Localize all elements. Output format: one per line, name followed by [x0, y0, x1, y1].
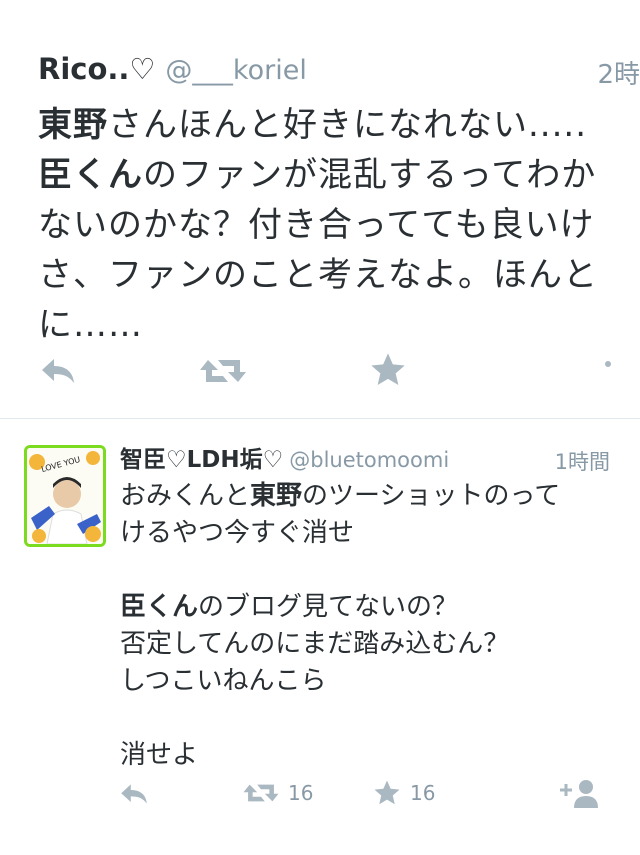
tweet-line: 臣くんのファンが混乱するってわか — [38, 155, 597, 195]
tweet-header: Rico..♡ @___koriel — [38, 52, 640, 94]
more-icon — [605, 361, 611, 367]
retweet-icon — [243, 784, 279, 802]
favorite-button[interactable]: 16 — [372, 778, 435, 808]
tweet-actions: 16 16 — [118, 776, 608, 816]
tweet-text: 東野さんほんと好きになれない..... 臣くんのファンが混乱するってわか ないの… — [38, 100, 610, 350]
tweet-rico: Rico..♡ @___koriel 2時 東野さんほんと好きになれない.....… — [38, 52, 640, 350]
add-user-icon — [560, 780, 598, 808]
user-handle[interactable]: @bluetomoomi — [289, 448, 449, 472]
user-display-name[interactable]: Rico..♡ — [38, 52, 155, 86]
tweet-header: 智臣♡LDH垢♡ @bluetomoomi — [120, 440, 610, 478]
tweet-timestamp[interactable]: 2時 — [597, 54, 640, 91]
more-button[interactable] — [604, 360, 612, 382]
tweet-line: 臣くんのブログ見てないの？ — [120, 592, 459, 622]
retweet-button[interactable] — [198, 354, 248, 388]
reply-icon — [121, 784, 147, 804]
star-icon — [374, 780, 400, 805]
user-handle[interactable]: @___koriel — [165, 55, 306, 86]
reply-icon — [42, 359, 74, 383]
retweet-icon — [200, 360, 246, 382]
tweet-actions — [38, 350, 618, 394]
tweet-line: しつこいねんこら — [120, 666, 327, 696]
retweet-count: 16 — [288, 781, 314, 805]
reply-button[interactable] — [118, 782, 150, 806]
tweet-text: おみくんと東野のツーショットのって けるやつ今すぐ消せ 臣くんのブログ見てないの… — [120, 478, 610, 774]
user-display-name[interactable]: 智臣♡LDH垢♡ — [120, 447, 283, 473]
follow-button[interactable] — [558, 776, 602, 810]
tweet-line: 消せよ — [120, 740, 199, 770]
tweet-line: に…… — [38, 305, 143, 345]
tweet-timestamp[interactable]: 1時間 — [555, 446, 610, 476]
avatar[interactable]: LOVE YOU — [24, 445, 106, 547]
tweet-line: 否定してんのにまだ踏み込むん？ — [120, 629, 510, 659]
retweet-button[interactable]: 16 — [242, 780, 313, 806]
tweet-line: けるやつ今すぐ消せ — [120, 518, 355, 548]
tweet-bluetomoomi: 智臣♡LDH垢♡ @bluetomoomi 1時間 おみくんと東野のツーショットの… — [120, 440, 610, 774]
tweet-line: さ、ファンのこと考えなよ。ほんと — [38, 255, 598, 295]
tweet-line: ないのかな？付き合ってても良いけ — [38, 205, 595, 245]
favorite-count: 16 — [410, 781, 436, 805]
tweet-line: おみくんと東野のツーショットのって — [120, 481, 561, 511]
favorite-button[interactable] — [368, 350, 408, 390]
tweet-divider — [0, 418, 640, 419]
star-icon — [371, 353, 405, 385]
reply-button[interactable] — [38, 356, 78, 386]
tweet-line: 東野さんほんと好きになれない..... — [38, 105, 588, 145]
